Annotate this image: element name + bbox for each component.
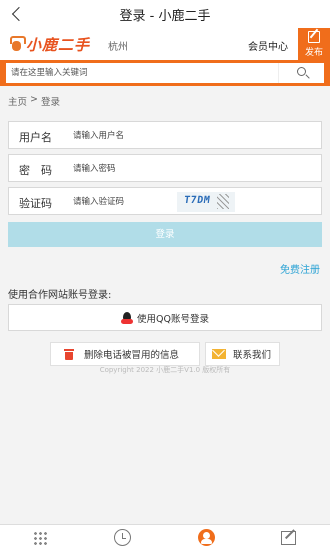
password-row: 密 码: [8, 154, 322, 182]
delete-misused-phone-label: 删除电话被冒用的信息: [84, 350, 180, 361]
username-row: 用户名: [8, 121, 322, 149]
breadcrumb: 主页 > 登录: [8, 94, 60, 108]
qq-login-button[interactable]: 使用QQ账号登录: [8, 304, 322, 331]
contact-us-button[interactable]: 联系我们: [205, 342, 280, 366]
publish-label: 发布: [304, 48, 323, 58]
trash-icon: [64, 348, 74, 360]
search-button[interactable]: [278, 63, 324, 83]
member-center-link[interactable]: 会员中心: [248, 38, 288, 53]
password-input[interactable]: [73, 160, 253, 178]
edit-icon: [281, 531, 296, 545]
search-bar: [0, 60, 330, 86]
logo-text: 小鹿二手: [26, 35, 91, 54]
city-selector[interactable]: 杭州: [108, 38, 128, 53]
top-nav: 登录 - 小鹿二手: [0, 0, 330, 28]
edit-icon: [308, 31, 320, 43]
delete-misused-phone-button[interactable]: 删除电话被冒用的信息: [50, 342, 200, 366]
tab-categories[interactable]: [31, 529, 51, 547]
tab-user[interactable]: [197, 529, 217, 547]
copyright-text: Copyright 2022 小鹿二手V1.0 版权所有: [99, 366, 231, 374]
partner-login-title: 使用合作网站账号登录:: [8, 290, 112, 301]
clock-icon: [114, 529, 131, 546]
tab-publish[interactable]: [281, 529, 301, 547]
deer-logo-icon: [8, 35, 26, 53]
breadcrumb-separator: >: [30, 94, 38, 105]
username-input[interactable]: [73, 127, 253, 145]
username-label: 用户名: [19, 131, 52, 144]
logo[interactable]: 小鹿二手: [8, 32, 90, 56]
page-title: 登录 - 小鹿二手: [119, 9, 211, 24]
search-icon: [297, 67, 306, 76]
captcha-image[interactable]: T7DM: [177, 192, 235, 212]
login-button[interactable]: 登录: [8, 222, 322, 247]
publish-button[interactable]: 发布: [298, 28, 330, 60]
captcha-input[interactable]: [73, 193, 173, 211]
contact-us-label: 联系我们: [233, 350, 272, 361]
register-link[interactable]: 免费注册: [280, 261, 320, 276]
password-label: 密 码: [19, 164, 52, 177]
site-header: 小鹿二手 杭州 会员中心: [0, 28, 330, 60]
qq-penguin-icon: [121, 311, 134, 325]
search-input[interactable]: [6, 63, 278, 83]
mail-icon: [212, 349, 226, 359]
bottom-tab-bar: [0, 524, 330, 550]
captcha-label: 验证码: [19, 197, 52, 210]
qq-login-label: 使用QQ账号登录: [137, 314, 209, 325]
captcha-row: 验证码 T7DM: [8, 187, 322, 215]
tab-history[interactable]: [113, 529, 133, 547]
breadcrumb-home[interactable]: 主页: [8, 94, 27, 108]
captcha-text: T7DM: [183, 195, 211, 206]
grid-icon: [33, 531, 48, 546]
user-icon: [198, 529, 215, 546]
breadcrumb-current: 登录: [40, 97, 60, 108]
